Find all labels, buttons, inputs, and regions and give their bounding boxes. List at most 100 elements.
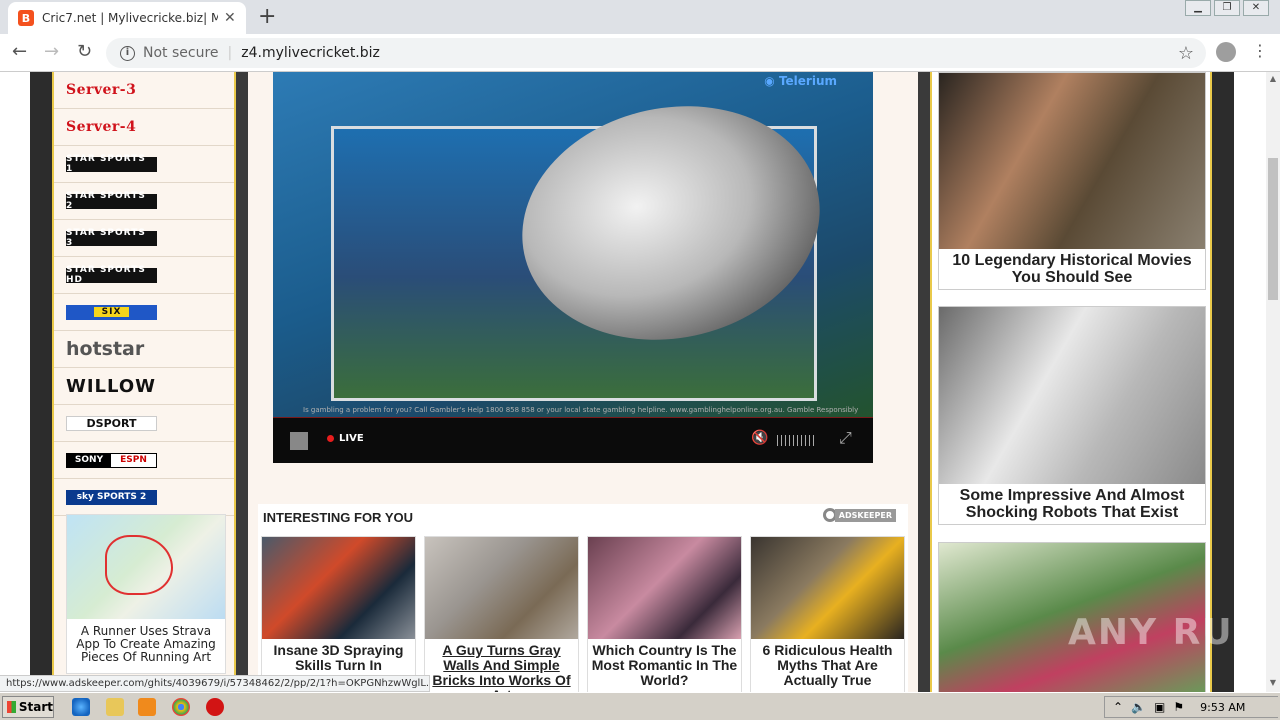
- tray-expand-icon[interactable]: ⌃: [1113, 700, 1123, 714]
- close-window-icon[interactable]: ✕: [1243, 0, 1269, 16]
- speaker-icon[interactable]: 🔈: [1131, 700, 1146, 714]
- page-background-left: [30, 72, 52, 692]
- card-image: [751, 537, 904, 639]
- channel-logo: STAR SPORTS HD: [66, 265, 157, 285]
- tab-close-icon[interactable]: ✕: [224, 10, 236, 26]
- right-ad-card[interactable]: Some Impressive And Almost Shocking Robo…: [938, 306, 1206, 525]
- card-caption: Which Country Is The Most Romantic In Th…: [591, 642, 738, 688]
- back-arrow-icon[interactable]: ←: [12, 41, 27, 62]
- system-tray: ⌃ 🔈 ▣ ⚑ 9:53 AM: [1104, 696, 1278, 718]
- channel-link[interactable]: SONY ESPN: [54, 442, 234, 479]
- address-bar[interactable]: i Not secure | z4.mylivecricket.biz ☆: [106, 38, 1206, 68]
- adskeeper-text: ADSKEEPER: [834, 508, 896, 522]
- server-label: Server-4: [66, 119, 137, 135]
- channel-link[interactable]: hotstar: [54, 331, 234, 368]
- channel-link[interactable]: DSPORT: [54, 405, 234, 442]
- scroll-down-icon[interactable]: ▼: [1266, 676, 1280, 690]
- blogger-favicon-icon: B: [18, 10, 34, 26]
- video-frame[interactable]: ◉ Telerium Is gambling a problem for you…: [273, 72, 873, 417]
- mute-icon[interactable]: 🔇: [751, 430, 768, 446]
- chrome-icon[interactable]: [172, 698, 190, 716]
- right-ad-card[interactable]: 10 Legendary Historical Movies You Shoul…: [938, 72, 1206, 290]
- channel-logo: sky SPORTS 2: [66, 489, 157, 505]
- internet-explorer-icon[interactable]: [72, 698, 90, 716]
- channel-link[interactable]: STAR SPORTS 1: [54, 146, 234, 183]
- right-ad-column: 10 Legendary Historical Movies You Shoul…: [930, 72, 1212, 692]
- page-divider: [236, 72, 248, 692]
- tab-strip: B Cric7.net | Mylivecricke.biz| Mylivecr…: [0, 0, 1280, 34]
- widget-title: INTERESTING FOR YOU: [263, 510, 413, 525]
- url-text[interactable]: z4.mylivecricket.biz: [241, 45, 380, 61]
- main-content: ◉ Telerium Is gambling a problem for you…: [248, 72, 918, 692]
- ad-card[interactable]: A Guy Turns Gray Walls And Simple Bricks…: [424, 536, 579, 692]
- right-ad-caption: 10 Legendary Historical Movies You Shoul…: [952, 252, 1192, 286]
- video-player[interactable]: ◉ Telerium Is gambling a problem for you…: [273, 72, 873, 463]
- info-icon[interactable]: i: [120, 45, 135, 61]
- anyrun-watermark: ANY RUN: [1068, 612, 1266, 653]
- forward-arrow-icon[interactable]: →: [44, 41, 59, 62]
- six-logo-text: SIX: [93, 307, 130, 317]
- fullscreen-icon[interactable]: ⤢: [839, 428, 852, 448]
- player-controls: LIVE 🔇 ⤢: [273, 417, 873, 463]
- new-tab-icon[interactable]: +: [258, 4, 276, 30]
- window-controls: ▁ ❐ ✕: [1182, 0, 1269, 16]
- start-button[interactable]: Start: [2, 696, 54, 718]
- channel-logo: WILLOW: [66, 375, 157, 397]
- server-label: Server-3: [66, 82, 137, 98]
- channel-link[interactable]: STAR SPORTS 3: [54, 220, 234, 257]
- restore-icon[interactable]: ❐: [1214, 0, 1240, 16]
- kebab-menu-icon[interactable]: ⋮: [1252, 41, 1268, 60]
- card-image: [588, 537, 741, 639]
- browser-tab[interactable]: B Cric7.net | Mylivecricke.biz| Mylivecr…: [8, 2, 246, 34]
- reload-icon[interactable]: ↻: [77, 41, 92, 62]
- media-player-icon[interactable]: [138, 698, 156, 716]
- ad-card[interactable]: Which Country Is The Most Romantic In Th…: [587, 536, 742, 692]
- channel-logo: STAR SPORTS 2: [66, 191, 157, 211]
- browser-toolbar: ← → ↻ i Not secure | z4.mylivecricket.bi…: [0, 34, 1280, 72]
- start-label: Start: [18, 700, 53, 714]
- interesting-widget: INTERESTING FOR YOU ADSKEEPER Insane 3D …: [258, 504, 908, 692]
- windows-logo-icon: [7, 701, 16, 713]
- adskeeper-logo[interactable]: ADSKEEPER: [822, 508, 896, 522]
- card-caption: 6 Ridiculous Health Myths That Are Actua…: [762, 642, 893, 688]
- channel-link[interactable]: STAR SPORTS HD: [54, 257, 234, 294]
- right-ad-caption: Some Impressive And Almost Shocking Robo…: [959, 487, 1185, 521]
- card-caption: A Guy Turns Gray Walls And Simple Bricks…: [432, 642, 571, 693]
- ad-card[interactable]: Insane 3D Spraying Skills Turn In: [261, 536, 416, 692]
- channel-link[interactable]: SIX: [54, 294, 234, 331]
- windows-taskbar: Start ⌃ 🔈 ▣ ⚑ 9:53 AM: [0, 692, 1280, 720]
- live-dot-icon: [327, 435, 334, 442]
- server-link[interactable]: Server-3: [54, 72, 234, 109]
- ad-card[interactable]: 6 Ridiculous Health Myths That Are Actua…: [750, 536, 905, 692]
- channel-logo: STAR SPORTS 3: [66, 228, 157, 248]
- warning-app-icon[interactable]: [206, 698, 224, 716]
- card-caption: Insane 3D Spraying Skills Turn In: [273, 642, 404, 673]
- network-icon[interactable]: ▣: [1154, 700, 1165, 714]
- volume-slider[interactable]: [777, 435, 815, 446]
- channel-sidebar: Server-3 Server-4 STAR SPORTS 1 STAR SPO…: [52, 72, 236, 692]
- channel-link[interactable]: sky SPORTS 2: [54, 479, 234, 516]
- stop-icon[interactable]: [290, 432, 308, 450]
- clock: 9:53 AM: [1200, 700, 1246, 714]
- right-ad-image: [939, 307, 1205, 484]
- profile-avatar-icon[interactable]: [1216, 42, 1236, 62]
- folder-icon[interactable]: [106, 698, 124, 716]
- right-ad-image: [939, 73, 1205, 249]
- flag-icon[interactable]: ⚑: [1173, 700, 1184, 714]
- sidebar-ad[interactable]: A Runner Uses Strava App To Create Amazi…: [66, 514, 226, 674]
- ad-map-image: [67, 515, 225, 619]
- page-scrollbar[interactable]: ▲ ▼: [1266, 72, 1280, 692]
- scroll-thumb[interactable]: [1268, 158, 1278, 300]
- channel-logo: SIX: [66, 304, 157, 320]
- server-link[interactable]: Server-4: [54, 109, 234, 146]
- channel-logo: STAR SPORTS 1: [66, 154, 157, 174]
- sony-logo-part: SONY: [67, 453, 112, 467]
- web-page: Server-3 Server-4 STAR SPORTS 1 STAR SPO…: [0, 72, 1266, 692]
- minimize-icon[interactable]: ▁: [1185, 0, 1211, 16]
- channel-link[interactable]: STAR SPORTS 2: [54, 183, 234, 220]
- scroll-up-icon[interactable]: ▲: [1266, 72, 1280, 86]
- channel-link[interactable]: WILLOW: [54, 368, 234, 405]
- tab-title: Cric7.net | Mylivecricke.biz| Mylivecric…: [42, 11, 218, 25]
- ad-caption: A Runner Uses Strava App To Create Amazi…: [76, 624, 216, 664]
- bookmark-star-icon[interactable]: ☆: [1178, 43, 1194, 64]
